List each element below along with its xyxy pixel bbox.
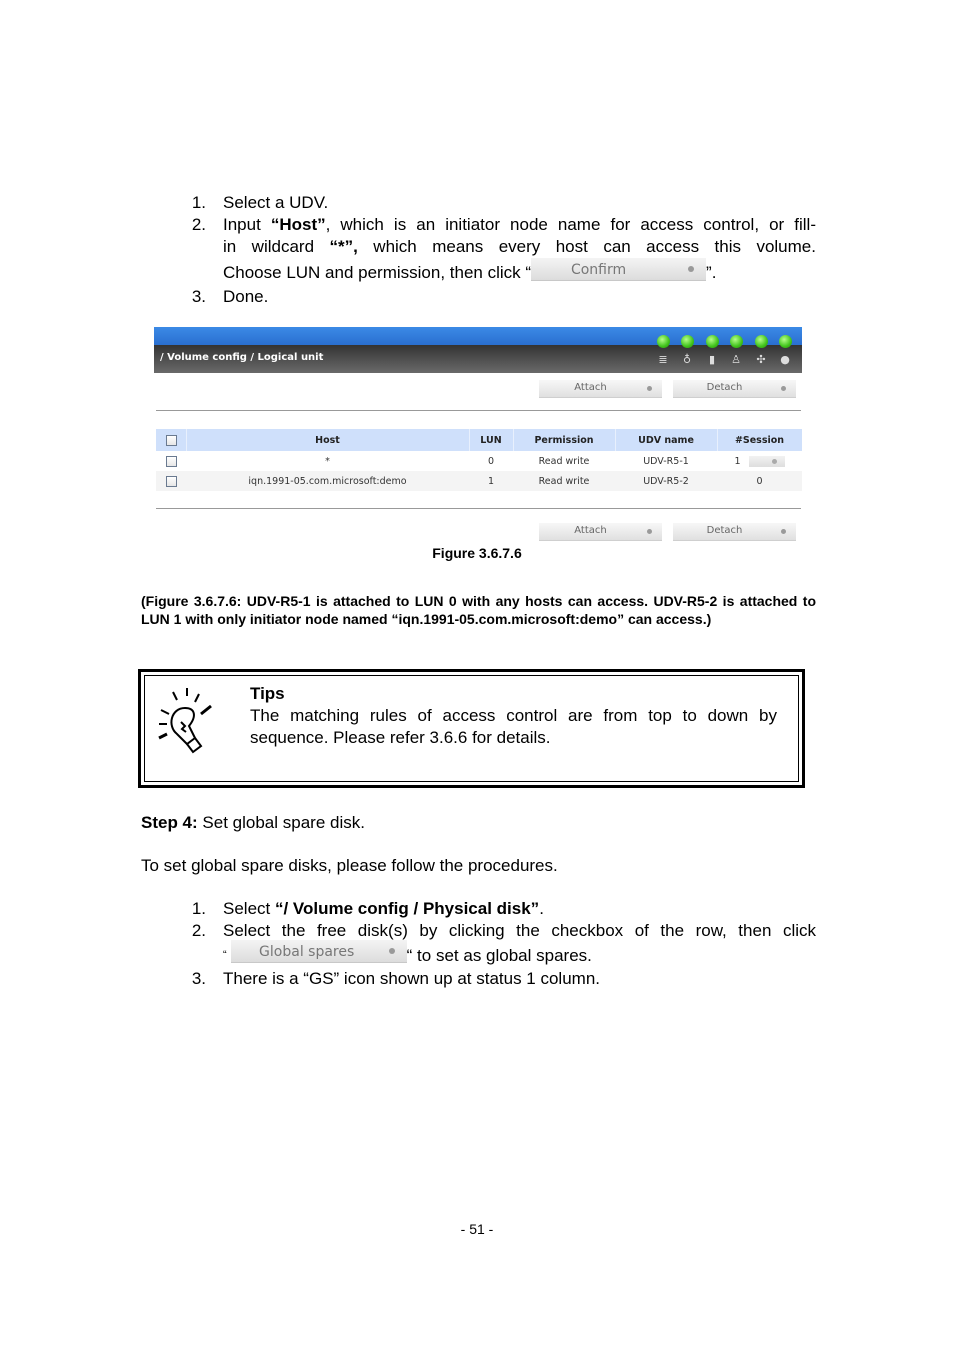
cell-lun: 0 — [487, 455, 495, 467]
column-header-lun[interactable]: LUN — [469, 429, 513, 451]
table-row[interactable]: iqn.1991-05.com.microsoft:demo 1 Read wr… — [156, 471, 802, 491]
attach-button-top[interactable]: Attach — [539, 380, 662, 398]
tips-title: Tips — [250, 684, 285, 703]
divider — [156, 508, 801, 509]
status-led-icon — [755, 335, 768, 348]
button-dot-icon — [771, 458, 777, 464]
temperature-icon[interactable]: ♁ — [681, 354, 693, 366]
lightbulb-icon — [158, 688, 212, 754]
intro-text: To set global spare disks, please follow… — [141, 856, 558, 875]
table-header: Host LUN Permission UDV name #Session — [156, 429, 802, 451]
battery-icon[interactable]: ▮ — [706, 354, 718, 366]
column-header-udv-name[interactable]: UDV name — [615, 429, 717, 451]
detach-button-bottom[interactable]: Detach — [673, 523, 796, 541]
status-led-icon — [657, 335, 670, 348]
button-dot-icon — [688, 266, 695, 273]
step-text: Done. — [223, 287, 269, 306]
button-dot-icon — [781, 386, 786, 391]
session-detail-button[interactable] — [748, 455, 785, 467]
attach-button-bottom[interactable]: Attach — [539, 523, 662, 541]
cell-session: 0 — [756, 475, 763, 487]
step-text: Select the free disk(s) by clicking the … — [223, 921, 816, 940]
confirm-button[interactable]: Confirm — [531, 258, 707, 282]
column-header-permission[interactable]: Permission — [513, 429, 615, 451]
step-text: Input “Host”, which is an initiator node… — [223, 215, 816, 234]
step-text: There is a “GS” icon shown up at status … — [223, 969, 601, 988]
logical-unit-screenshot: / Volume config / Logical unit ≣ ♁ ▮ ♙ ✣… — [154, 327, 802, 542]
cell-lun: 1 — [487, 475, 495, 487]
step-text: Select a UDV. — [223, 193, 329, 212]
fan-icon[interactable]: ✣ — [755, 354, 767, 366]
steps-list-global-spare: 1. Select “/ Volume config / Physical di… — [176, 898, 816, 990]
step-text: “Global spares “ to set as global spares. — [223, 940, 592, 968]
row-checkbox[interactable] — [165, 475, 177, 487]
cell-udv-name: UDV-R5-2 — [643, 475, 689, 487]
button-dot-icon — [781, 529, 786, 534]
step-number: 1. — [191, 193, 206, 212]
cell-session: 1 — [734, 455, 741, 467]
status-led-icon — [730, 335, 743, 348]
power-icon[interactable]: ● — [779, 354, 791, 366]
figure-note: (Figure 3.6.7.6: UDV-R5-1 is attached to… — [141, 593, 816, 627]
power-supply-icon[interactable]: ♙ — [730, 354, 742, 366]
detach-button-top[interactable]: Detach — [673, 380, 796, 398]
cell-host: * — [325, 455, 330, 467]
cell-udv-name: UDV-R5-1 — [643, 455, 689, 467]
tips-body: The matching rules of access control are… — [250, 706, 777, 747]
column-header-session[interactable]: #Session — [717, 429, 802, 451]
step-number: 2. — [191, 215, 206, 234]
cell-permission: Read write — [538, 455, 590, 467]
divider — [156, 410, 801, 411]
button-dot-icon — [647, 529, 652, 534]
steps-list-attach: 1. Select a UDV. 2. Input “Host”, which … — [176, 192, 816, 308]
status-led-icon — [779, 335, 792, 348]
button-dot-icon — [647, 386, 652, 391]
page-number: - 51 - — [460, 1221, 494, 1237]
step-number: 1. — [191, 899, 206, 918]
figure-caption: Figure 3.6.7.6 — [432, 545, 522, 561]
status-led-icon — [706, 335, 719, 348]
step-text: in wildcard “*”, which means every host … — [223, 237, 816, 256]
button-dot-icon — [388, 948, 395, 955]
global-spares-button[interactable]: Global spares — [230, 940, 407, 964]
cell-host: iqn.1991-05.com.microsoft:demo — [248, 475, 407, 487]
step-number: 2. — [191, 921, 206, 940]
status-led-icon — [681, 335, 694, 348]
column-header-host[interactable]: Host — [186, 429, 469, 451]
step4-heading: Step 4: Set global spare disk. — [141, 813, 365, 832]
step-number: 3. — [191, 969, 206, 988]
step-text: Select “/ Volume config / Physical disk”… — [223, 899, 544, 918]
select-all-checkbox[interactable] — [165, 434, 177, 446]
row-checkbox[interactable] — [165, 455, 177, 467]
tips-box: Tips The matching rules of access contro… — [138, 669, 805, 788]
table-row[interactable]: * 0 Read write UDV-R5-1 1 — [156, 451, 802, 471]
cell-permission: Read write — [538, 475, 590, 487]
disk-stack-icon[interactable]: ≣ — [657, 354, 669, 366]
top-bar — [154, 327, 802, 345]
step-text: Choose LUN and permission, then click “C… — [223, 258, 716, 285]
step-number: 3. — [191, 287, 206, 306]
breadcrumb: / Volume config / Logical unit — [160, 352, 324, 363]
